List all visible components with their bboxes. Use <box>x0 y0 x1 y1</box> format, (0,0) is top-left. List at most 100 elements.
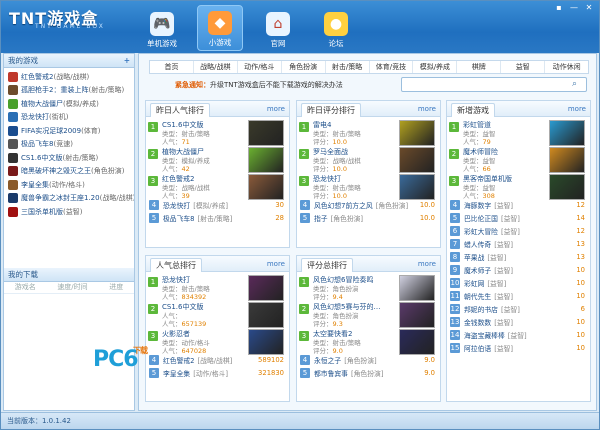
game-name[interactable]: 风色幻想7前方之风 <box>314 200 373 210</box>
add-game-icon[interactable]: + <box>124 56 130 65</box>
game-name[interactable]: 魔术师子 <box>464 265 491 275</box>
sidebar-game-item[interactable]: 魔兽争霸之冰封王座1.20 (战略/战棋) <box>4 192 134 206</box>
game-name[interactable]: 彩虹大冒险 <box>464 226 498 236</box>
rank-item[interactable]: 2 罗马全面战 类型：战略/战棋 评分：10.0 <box>297 146 440 173</box>
sidebar-game-item[interactable]: FIFA实况足球2009 (体育) <box>4 124 134 138</box>
game-name[interactable]: 邦妮的书店 <box>464 304 498 314</box>
rank-item[interactable]: 5 李皇全集 [动作/格斗] 321830 <box>146 366 289 379</box>
rank-item[interactable]: 13 金钱数数 [益智] 10 <box>447 315 590 328</box>
category-tab[interactable]: 体育/竞技 <box>370 61 414 73</box>
rank-item[interactable]: 3 恐龙快打 类型：射击/策略 评分：10.0 <box>297 173 440 200</box>
game-name[interactable]: 都市鲁宾事 <box>314 368 348 378</box>
game-name[interactable]: 朝代先生 <box>464 291 491 301</box>
category-tab[interactable]: 战略/战棋 <box>194 61 238 73</box>
rank-item[interactable]: 1 恐龙快打 类型：射击/策略 人气：834392 <box>146 274 289 301</box>
game-thumbnail[interactable] <box>399 174 435 200</box>
rank-item[interactable]: 8 苹果战 [益智] 13 <box>447 250 590 263</box>
nav-tab-0[interactable]: 🎮 单机游戏 <box>139 5 185 51</box>
game-name[interactable]: 红色警戒2 <box>163 355 195 365</box>
game-thumbnail[interactable] <box>248 302 284 328</box>
category-tab[interactable]: 益智 <box>501 61 546 73</box>
sidebar-game-item[interactable]: 红色警戒2 (战略/战棋) <box>4 70 134 84</box>
category-tab[interactable]: 模拟/养成 <box>413 61 458 73</box>
rank-item[interactable]: 10 彩虹网 [益智] 10 <box>447 276 590 289</box>
nav-tab-2[interactable]: ⌂ 官网 <box>255 5 301 51</box>
notice-link[interactable]: 升级TNT游戏盒后不能下载游戏的解决办法 <box>210 81 343 89</box>
game-thumbnail[interactable] <box>399 120 435 146</box>
game-name[interactable]: 恐龙快打 <box>163 200 190 210</box>
rank-item[interactable]: 9 魔术师子 [益智] 10 <box>447 263 590 276</box>
game-name[interactable]: 阿拉伯语 <box>464 343 491 353</box>
rank-item[interactable]: 3 红色警戒2 类型：战略/战棋 人气：39 <box>146 173 289 200</box>
rank-item[interactable]: 1 CS1.6中文版 类型：射击/策略 人气：71 <box>146 119 289 146</box>
rank-item[interactable]: 1 风色幻想6冒险奏鸣 类型：角色扮演 评分：9.4 <box>297 274 440 301</box>
game-name[interactable]: 彩虹网 <box>464 278 484 288</box>
rank-item[interactable]: 4 永恒之子 [角色扮演] 9.0 <box>297 353 440 366</box>
rank-item[interactable]: 1 雷电4 类型：射击/策略 评分：10.0 <box>297 119 440 146</box>
rank-item[interactable]: 2 魔术师冒险 类型：益智 人气：66 <box>447 146 590 173</box>
rank-item[interactable]: 14 海盗宝藏棒棒 [益智] 10 <box>447 328 590 341</box>
game-name[interactable]: 金钱数数 <box>464 317 491 327</box>
game-name[interactable]: 巴比伦正国 <box>464 213 498 223</box>
sidebar-game-item[interactable]: 李皇全集 (动作/格斗) <box>4 178 134 192</box>
game-name[interactable]: 苹果战 <box>464 252 484 262</box>
rank-item[interactable]: 2 植物大战僵尸 类型：模拟/养成 人气：42 <box>146 146 289 173</box>
rank-item[interactable]: 12 邦妮的书店 [益智] 6 <box>447 302 590 315</box>
more-link[interactable]: more <box>267 260 285 268</box>
game-thumbnail[interactable] <box>248 120 284 146</box>
rank-item[interactable]: 6 彩虹大冒险 [益智] 12 <box>447 224 590 237</box>
more-link[interactable]: more <box>418 105 436 113</box>
rank-item[interactable]: 5 巴比伦正国 [益智] 14 <box>447 211 590 224</box>
category-tab[interactable]: 棋牌 <box>457 61 502 73</box>
rank-item[interactable]: 3 太空要快看2 类型：射击/策略 评分：9.0 <box>297 328 440 355</box>
sidebar-game-item[interactable]: 三国杀单机版 (益智) <box>4 205 134 219</box>
game-name[interactable]: 极品飞车8 <box>163 213 195 223</box>
game-thumbnail[interactable] <box>549 120 585 146</box>
game-name[interactable]: 海盗宝藏棒棒 <box>464 330 505 340</box>
nav-tab-3[interactable]: ● 论坛 <box>313 5 359 51</box>
close-icon[interactable]: ✕ <box>583 3 595 13</box>
search-input[interactable]: ⌕ <box>401 77 587 92</box>
game-thumbnail[interactable] <box>399 329 435 355</box>
sidebar-game-item[interactable]: 极品飞车8 (竞速) <box>4 138 134 152</box>
game-thumbnail[interactable] <box>248 147 284 173</box>
rank-item[interactable]: 7 蜡人传奇 [益智] 13 <box>447 237 590 250</box>
menu-icon[interactable]: ▪ <box>553 3 565 13</box>
rank-item[interactable]: 2 风色幻想5赛与芬的… 类型：角色扮演 评分：9.3 <box>297 301 440 328</box>
game-thumbnail[interactable] <box>248 329 284 355</box>
rank-item[interactable]: 5 都市鲁宾事 [角色扮演] 9.0 <box>297 366 440 379</box>
sidebar-game-item[interactable]: 孤胆枪手2：重装上阵 (射击/策略) <box>4 84 134 98</box>
game-name[interactable]: 永恒之子 <box>314 355 341 365</box>
game-thumbnail[interactable] <box>248 275 284 301</box>
rank-item[interactable]: 15 阿拉伯语 [益智] 10 <box>447 341 590 354</box>
rank-item[interactable]: 4 风色幻想7前方之风 [角色扮演] 10.0 <box>297 198 440 211</box>
game-thumbnail[interactable] <box>248 174 284 200</box>
rank-item[interactable]: 5 指子 [角色扮演] 10.0 <box>297 211 440 224</box>
game-name[interactable]: 蜡人传奇 <box>464 239 491 249</box>
more-link[interactable]: more <box>267 105 285 113</box>
game-thumbnail[interactable] <box>399 275 435 301</box>
minimize-icon[interactable]: — <box>568 3 580 13</box>
more-link[interactable]: more <box>418 260 436 268</box>
category-tab[interactable]: 动作休闲 <box>545 61 588 73</box>
game-name[interactable]: 李皇全集 <box>163 368 190 378</box>
category-tab[interactable]: 首页 <box>150 61 194 73</box>
more-link[interactable]: more <box>568 105 586 113</box>
sidebar-game-item[interactable]: CS1.6中文版 (射击/策略) <box>4 151 134 165</box>
game-thumbnail[interactable] <box>549 147 585 173</box>
rank-item[interactable]: 4 恐龙快打 [模拟/养成] 30 <box>146 198 289 211</box>
sidebar-game-item[interactable]: 暗黑破坏神之毁灭之王 (角色扮演) <box>4 165 134 179</box>
game-thumbnail[interactable] <box>549 174 585 200</box>
game-name[interactable]: 指子 <box>314 213 328 223</box>
rank-item[interactable]: 4 海豚数字 [益智] 12 <box>447 198 590 211</box>
sidebar-game-item[interactable]: 恐龙快打 (街机) <box>4 111 134 125</box>
sidebar-game-item[interactable]: 植物大战僵尸 (模拟/养成) <box>4 97 134 111</box>
nav-tab-1[interactable]: ◆ 小游戏 <box>197 5 243 51</box>
game-name[interactable]: 海豚数字 <box>464 200 491 210</box>
game-thumbnail[interactable] <box>399 147 435 173</box>
search-icon[interactable]: ⌕ <box>572 79 583 90</box>
rank-item[interactable]: 2 CS1.6中文版 人气： 人气：657139 <box>146 301 289 328</box>
rank-item[interactable]: 1 彩虹管道 类型：益智 人气：79 <box>447 119 590 146</box>
category-tab[interactable]: 动作/格斗 <box>238 61 282 73</box>
game-thumbnail[interactable] <box>399 302 435 328</box>
